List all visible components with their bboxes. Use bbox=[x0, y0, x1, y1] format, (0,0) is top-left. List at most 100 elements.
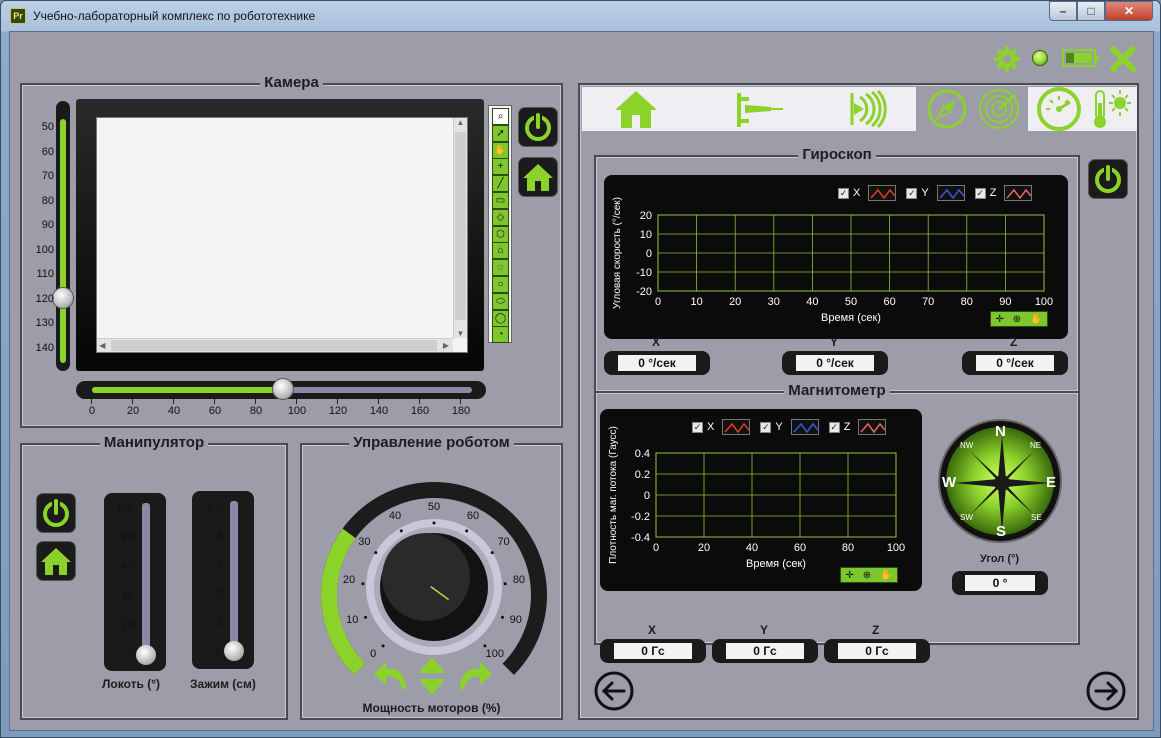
exit-x-icon[interactable] bbox=[1108, 44, 1138, 74]
knob-tick-mark bbox=[364, 615, 368, 619]
camera-power-button[interactable] bbox=[518, 107, 558, 147]
cursor-move-icon[interactable]: ✛ bbox=[995, 314, 1003, 325]
camera-home-button[interactable] bbox=[518, 157, 558, 197]
elbow-label: Локоть (°) bbox=[102, 677, 161, 691]
x-tick-label: 20 bbox=[729, 296, 741, 308]
pan-hand-icon[interactable]: ✋ bbox=[1030, 314, 1042, 325]
power-icon bbox=[43, 499, 69, 527]
h-tick-mark bbox=[296, 399, 297, 404]
tab-compass[interactable] bbox=[924, 87, 970, 131]
manipulator-power-button[interactable] bbox=[36, 493, 76, 533]
compass-sw: SW bbox=[960, 513, 973, 522]
tab-gauge[interactable] bbox=[1034, 87, 1084, 131]
prev-page-button[interactable] bbox=[594, 671, 634, 711]
legend-checkbox[interactable]: ✓ bbox=[692, 421, 703, 433]
legend-checkbox[interactable]: ✓ bbox=[760, 421, 772, 433]
arrow-left-icon bbox=[594, 671, 634, 711]
h-tick-label: 40 bbox=[167, 405, 181, 417]
freehand-tool-icon[interactable]: ⌂ bbox=[492, 242, 509, 260]
legend-label: Z bbox=[843, 421, 851, 433]
legend-swatch[interactable] bbox=[868, 185, 897, 201]
slider-thumb[interactable] bbox=[52, 287, 74, 309]
annulus-tool-icon[interactable]: ◌ bbox=[492, 259, 509, 277]
turn-right-icon[interactable] bbox=[456, 659, 494, 693]
camera-image-view[interactable]: ▲ ▼ ◀ ▶ bbox=[96, 117, 468, 353]
pan-hand-icon[interactable]: ✋ bbox=[880, 570, 892, 581]
circle-tool-icon[interactable]: ◯ bbox=[492, 309, 509, 327]
knob-tick-label: 60 bbox=[466, 510, 480, 523]
pan-tool-icon[interactable]: ✋ bbox=[492, 141, 509, 159]
y-tick-label: -0.2 bbox=[631, 511, 650, 523]
gyroscope-title: Гироскоп bbox=[596, 146, 1078, 164]
compass-e: E bbox=[1046, 474, 1057, 491]
tab-home[interactable] bbox=[606, 87, 666, 131]
pie-tool-icon[interactable]: ◔ bbox=[492, 326, 509, 344]
cursor-move-icon[interactable]: ✛ bbox=[845, 570, 853, 581]
tab-radar[interactable] bbox=[976, 87, 1022, 131]
legend-swatch[interactable] bbox=[790, 419, 819, 435]
rotated-rect-tool-icon[interactable]: ◇ bbox=[492, 208, 509, 226]
legend-checkbox[interactable]: ✓ bbox=[838, 187, 849, 199]
slider-track bbox=[230, 501, 238, 653]
camera-horizontal-slider[interactable] bbox=[76, 378, 486, 400]
graph-palette[interactable]: ✛ ⊕ ✋ bbox=[840, 567, 898, 583]
legend-swatch[interactable] bbox=[936, 185, 965, 201]
legend-label: X bbox=[707, 421, 715, 433]
knob-tick-label: 10 bbox=[346, 613, 359, 626]
zoom-icon[interactable]: ⊕ bbox=[1013, 314, 1021, 325]
knob-tick-label: 80 bbox=[512, 573, 526, 586]
x-tick-label: 30 bbox=[768, 296, 780, 308]
readout-value: 0 Гс bbox=[614, 643, 692, 659]
manipulator-home-button[interactable] bbox=[36, 541, 76, 581]
minimize-button[interactable]: – bbox=[1049, 1, 1077, 21]
turn-left-icon[interactable] bbox=[372, 659, 410, 693]
zoom-icon[interactable]: ⊕ bbox=[863, 570, 871, 581]
grip-slider[interactable] bbox=[192, 491, 254, 669]
forward-backward-icon[interactable] bbox=[418, 655, 446, 697]
zoom-tool-icon[interactable]: ⌕ bbox=[492, 108, 509, 125]
next-page-button[interactable] bbox=[1086, 671, 1126, 711]
legend-checkbox[interactable]: ✓ bbox=[974, 187, 986, 199]
sensors-power-button[interactable] bbox=[1088, 159, 1128, 199]
temperature-icon bbox=[1094, 90, 1131, 128]
readout-value: 0 °/сек bbox=[976, 355, 1054, 371]
x-axis-label: Время (сек) bbox=[821, 312, 881, 324]
slider-thumb[interactable] bbox=[272, 378, 294, 400]
maximize-button[interactable]: □ bbox=[1077, 1, 1105, 21]
tab-sound[interactable] bbox=[840, 87, 900, 131]
mag-legend[interactable]: ✓ X ✓ Y ✓ Z bbox=[692, 419, 896, 435]
readout-label: X bbox=[652, 335, 661, 349]
graph-palette[interactable]: ✛ ⊕ ✋ bbox=[990, 311, 1048, 327]
manipulator-title: Манипулятор bbox=[22, 434, 286, 452]
legend-checkbox[interactable]: ✓ bbox=[906, 187, 918, 199]
h-scrollbar[interactable]: ◀ ▶ bbox=[97, 338, 453, 352]
close-button[interactable]: ✕ bbox=[1105, 1, 1153, 21]
knob-tick-label: 30 bbox=[358, 536, 371, 549]
point-tool-icon[interactable]: + bbox=[492, 158, 509, 176]
tab-distance[interactable] bbox=[728, 87, 788, 131]
legend-swatch[interactable] bbox=[722, 419, 751, 435]
v-scrollbar[interactable]: ▲ ▼ bbox=[453, 118, 467, 338]
power-icon bbox=[1095, 165, 1121, 193]
y-tick-label: -0.4 bbox=[631, 532, 650, 544]
gyro-legend[interactable]: ✓ X ✓ Y ✓ Z bbox=[838, 185, 1042, 201]
tab-temperature[interactable] bbox=[1088, 87, 1134, 131]
pointer-tool-icon[interactable]: ➚ bbox=[492, 124, 509, 142]
settings-gear-icon[interactable] bbox=[992, 44, 1022, 74]
line-tool-icon[interactable]: ╱ bbox=[492, 175, 509, 193]
robot-control-title: Управление роботом bbox=[302, 434, 561, 452]
slider-thumb[interactable] bbox=[136, 645, 156, 665]
elbow-slider[interactable] bbox=[104, 493, 166, 671]
manipulator-panel: Манипулятор 100 80 60 40 20 0 Локоть (°) 5.5 4… bbox=[20, 434, 288, 720]
slider-thumb[interactable] bbox=[224, 641, 244, 661]
legend-checkbox[interactable]: ✓ bbox=[828, 421, 840, 433]
camera-vertical-slider[interactable] bbox=[52, 101, 74, 371]
legend-swatch[interactable] bbox=[858, 419, 887, 435]
ellipse-tool-icon[interactable]: ○ bbox=[492, 276, 509, 293]
rectangle-tool-icon[interactable]: ▭ bbox=[492, 192, 509, 209]
oval-tool-icon[interactable]: ⬭ bbox=[492, 292, 509, 310]
grip-tick-label: 5.5 bbox=[206, 501, 222, 513]
polygon-tool-icon[interactable]: ⬡ bbox=[492, 225, 509, 243]
x-tick-label: 80 bbox=[842, 542, 854, 554]
legend-swatch[interactable] bbox=[1004, 185, 1033, 201]
